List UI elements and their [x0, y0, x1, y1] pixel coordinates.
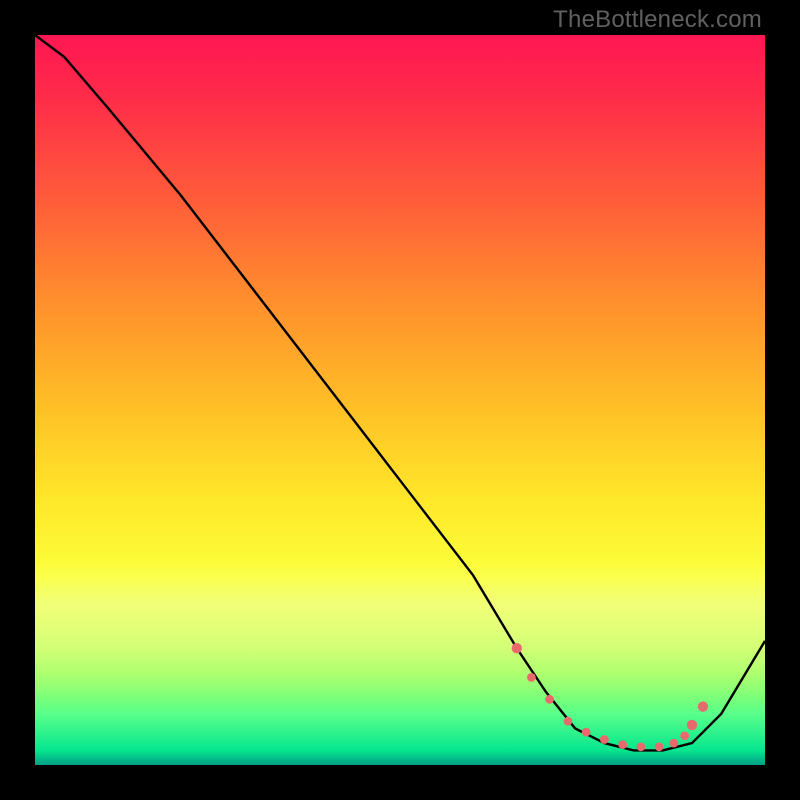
marker-point [582, 728, 591, 737]
marker-point [600, 735, 609, 744]
marker-point [698, 701, 708, 711]
marker-point [545, 695, 554, 704]
marker-point [637, 742, 646, 751]
chart-svg [35, 35, 765, 765]
marker-point [669, 739, 678, 748]
marker-point [527, 673, 536, 682]
bottleneck-curve [35, 35, 765, 750]
marker-point [564, 717, 573, 726]
plot-area [35, 35, 765, 765]
marker-point [618, 740, 627, 749]
marker-point [687, 720, 697, 730]
chart-frame: TheBottleneck.com [0, 0, 800, 800]
marker-point [512, 643, 522, 653]
marker-point [655, 742, 664, 751]
marker-point [680, 731, 689, 740]
watermark-text: TheBottleneck.com [553, 6, 762, 34]
